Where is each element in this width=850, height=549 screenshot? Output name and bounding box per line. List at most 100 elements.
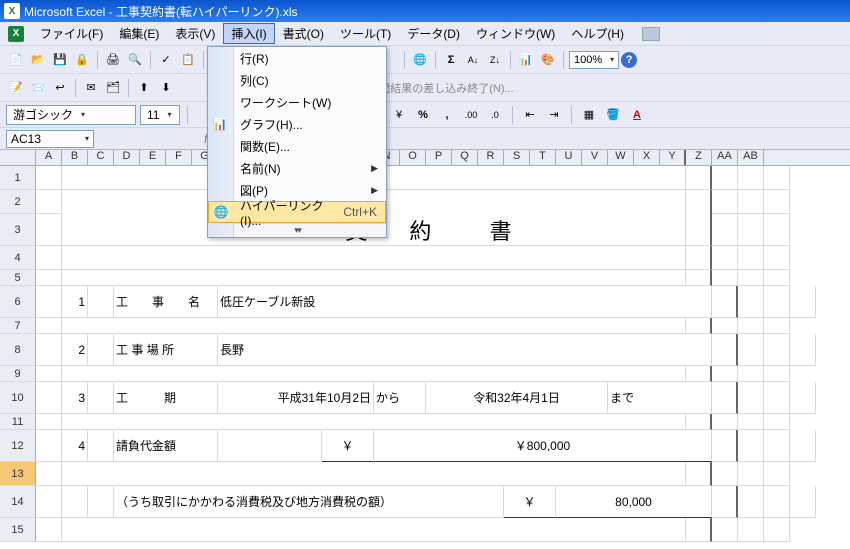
cell[interactable]: [764, 334, 790, 366]
insert-function[interactable]: 関数(E)...: [208, 135, 386, 157]
cell-D10-label[interactable]: 工 期: [114, 382, 218, 414]
sort-desc-icon[interactable]: Z↓: [485, 50, 505, 70]
menu-format[interactable]: 書式(O): [275, 23, 332, 44]
cell[interactable]: [712, 318, 738, 334]
cell[interactable]: [712, 382, 738, 414]
font-color-icon[interactable]: A: [627, 105, 647, 125]
rowhead-6[interactable]: 6: [0, 286, 36, 318]
rowhead-12[interactable]: 12: [0, 430, 36, 462]
cell[interactable]: [36, 414, 62, 430]
cell[interactable]: [36, 286, 62, 318]
cell[interactable]: [686, 246, 712, 270]
cell[interactable]: [712, 214, 738, 246]
cell[interactable]: [738, 214, 764, 246]
review-icon4[interactable]: ✉: [81, 78, 101, 98]
cell[interactable]: [712, 462, 738, 486]
zoom-combo[interactable]: 100%: [569, 51, 619, 69]
cell-B10[interactable]: 3: [62, 382, 88, 414]
cell[interactable]: [738, 462, 764, 486]
insert-cols[interactable]: 列(C): [208, 69, 386, 91]
menu-edit[interactable]: 編集(E): [111, 23, 167, 44]
cell[interactable]: [62, 318, 686, 334]
cell-made[interactable]: まで: [608, 382, 712, 414]
rowhead-14[interactable]: 14: [0, 486, 36, 518]
cell-D8-label[interactable]: 工 事 場 所: [114, 334, 218, 366]
cell-kara[interactable]: から: [374, 382, 426, 414]
cell[interactable]: [36, 486, 62, 518]
cell[interactable]: [738, 166, 764, 190]
rowhead-13[interactable]: 13: [0, 462, 36, 486]
cell[interactable]: [686, 166, 712, 190]
print-icon[interactable]: 🖨: [103, 50, 123, 70]
review-icon2[interactable]: 📨: [28, 78, 48, 98]
drawing-icon[interactable]: 🎨: [538, 50, 558, 70]
insert-rows[interactable]: 行(R): [208, 47, 386, 69]
new-icon[interactable]: 📄: [6, 50, 26, 70]
cell[interactable]: [36, 214, 62, 246]
menu-window[interactable]: ウィンドウ(W): [468, 23, 563, 44]
cell[interactable]: [36, 462, 62, 486]
cell[interactable]: [36, 166, 62, 190]
cell[interactable]: [686, 214, 712, 246]
cell[interactable]: [712, 366, 738, 382]
font-name-combo[interactable]: 游ゴシック: [6, 105, 136, 125]
cell[interactable]: [790, 382, 816, 414]
cell[interactable]: [738, 246, 764, 270]
cell[interactable]: [62, 270, 686, 286]
cell[interactable]: [738, 382, 764, 414]
cell[interactable]: [738, 190, 764, 214]
cell[interactable]: [36, 430, 62, 462]
cell[interactable]: [738, 518, 764, 542]
cell[interactable]: [712, 518, 738, 542]
inc-indent-icon[interactable]: ⇥: [544, 105, 564, 125]
open-icon[interactable]: 📂: [28, 50, 48, 70]
cell-H8-value[interactable]: 長野: [218, 334, 712, 366]
cell[interactable]: [712, 286, 738, 318]
cell[interactable]: [764, 382, 790, 414]
name-box[interactable]: AC13: [6, 130, 94, 148]
cell[interactable]: [62, 518, 686, 542]
cell[interactable]: [36, 334, 62, 366]
cell[interactable]: [88, 334, 114, 366]
rowhead-15[interactable]: 15: [0, 518, 36, 542]
fill-color-icon[interactable]: 🪣: [603, 105, 623, 125]
insert-name[interactable]: 名前(N)▶: [208, 157, 386, 179]
cell[interactable]: [790, 486, 816, 518]
menu-data[interactable]: データ(D): [399, 23, 468, 44]
review-icon5[interactable]: 🗂: [103, 78, 123, 98]
cell-D12-label[interactable]: 請負代金額: [114, 430, 218, 462]
cell[interactable]: [764, 462, 790, 486]
currency-icon[interactable]: ¥: [389, 105, 409, 125]
help-icon[interactable]: ?: [621, 52, 637, 68]
cell[interactable]: [764, 430, 790, 462]
cell[interactable]: [712, 270, 738, 286]
cell[interactable]: [764, 486, 790, 518]
rowhead-10[interactable]: 10: [0, 382, 36, 414]
cell[interactable]: [790, 334, 816, 366]
cell[interactable]: [686, 366, 712, 382]
cell-to[interactable]: 令和32年4月1日: [426, 382, 608, 414]
rowhead-4[interactable]: 4: [0, 246, 36, 270]
cell[interactable]: [764, 518, 790, 542]
cell-B6[interactable]: 1: [62, 286, 88, 318]
font-size-combo[interactable]: 11: [140, 105, 180, 125]
permission-icon[interactable]: 🔒: [72, 50, 92, 70]
cell[interactable]: [764, 270, 790, 286]
cell-B12[interactable]: 4: [62, 430, 88, 462]
cell[interactable]: [686, 414, 712, 430]
cell[interactable]: [36, 246, 62, 270]
rowhead-8[interactable]: 8: [0, 334, 36, 366]
cell[interactable]: [738, 286, 764, 318]
cell[interactable]: [218, 430, 322, 462]
sum-icon[interactable]: Σ: [441, 50, 461, 70]
cell[interactable]: [738, 486, 764, 518]
cell[interactable]: [738, 318, 764, 334]
cell[interactable]: [738, 334, 764, 366]
review-icon3[interactable]: ↩: [50, 78, 70, 98]
cell-amount2[interactable]: 80,000: [556, 486, 712, 518]
cell[interactable]: [738, 270, 764, 286]
cell-B8[interactable]: 2: [62, 334, 88, 366]
cell[interactable]: [62, 414, 686, 430]
cell[interactable]: [790, 430, 816, 462]
cell[interactable]: [712, 166, 738, 190]
